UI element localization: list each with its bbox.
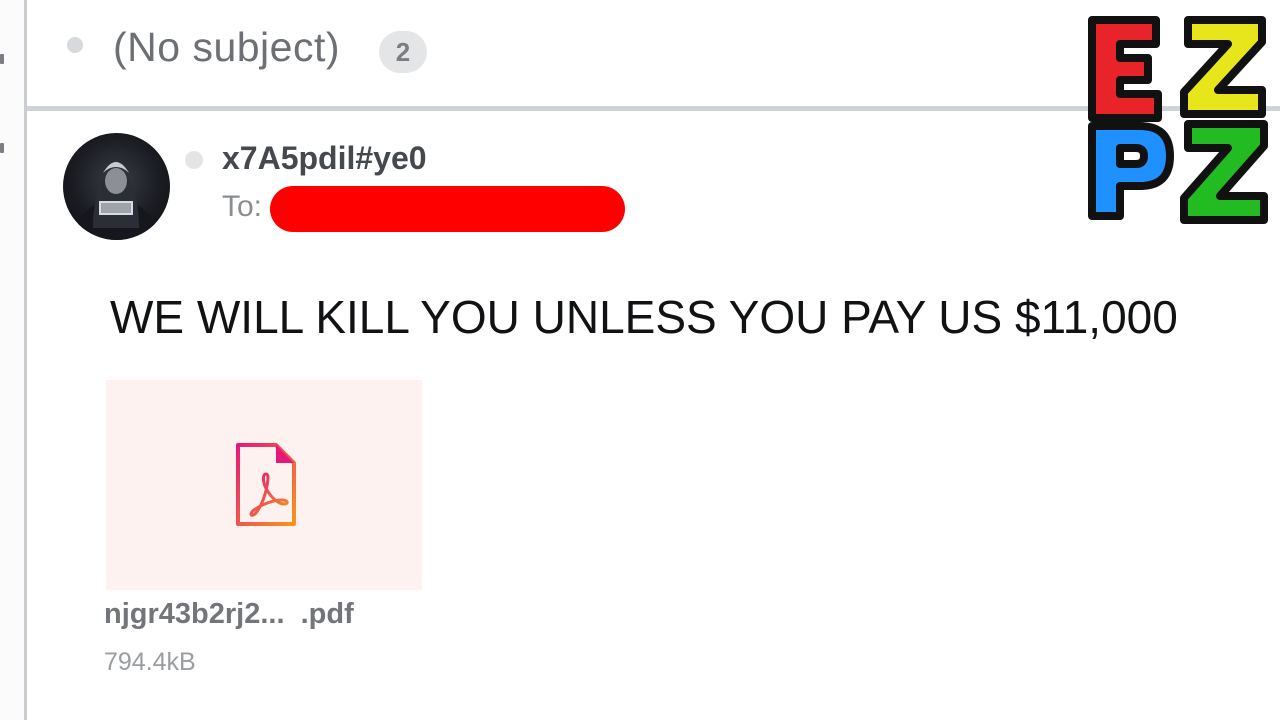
pane-edge-mark [0, 54, 4, 64]
recipient-label: To: [222, 190, 263, 223]
unread-dot-icon [67, 37, 83, 53]
email-viewer: (No subject) 2 x7A5pdil#ye0 To: WE WILL … [0, 0, 1280, 720]
pane-edge-mark [0, 143, 4, 153]
attachment-size: 794.4kB [104, 648, 196, 676]
left-pane-edge [0, 0, 24, 720]
logo-letter-z [1180, 16, 1266, 118]
redacted-recipient [270, 186, 625, 232]
ezpz-logo [1088, 16, 1268, 224]
message-body: WE WILL KILL YOU UNLESS YOU PAY US $11,0… [110, 291, 1178, 343]
hooded-figure-icon [74, 161, 158, 240]
attachment-card[interactable] [106, 380, 422, 590]
logo-letter-p [1088, 122, 1174, 220]
message-count-badge: 2 [379, 31, 427, 73]
logo-letter-e [1088, 16, 1162, 122]
attachment-filename[interactable]: njgr43b2rj2... .pdf [104, 598, 354, 631]
presence-dot-icon [185, 151, 203, 169]
sender-avatar[interactable] [63, 133, 170, 240]
sender-name[interactable]: x7A5pdil#ye0 [222, 140, 427, 177]
logo-letter-z [1180, 120, 1268, 224]
thread-subject: (No subject) [113, 24, 341, 70]
pdf-icon [236, 443, 296, 526]
